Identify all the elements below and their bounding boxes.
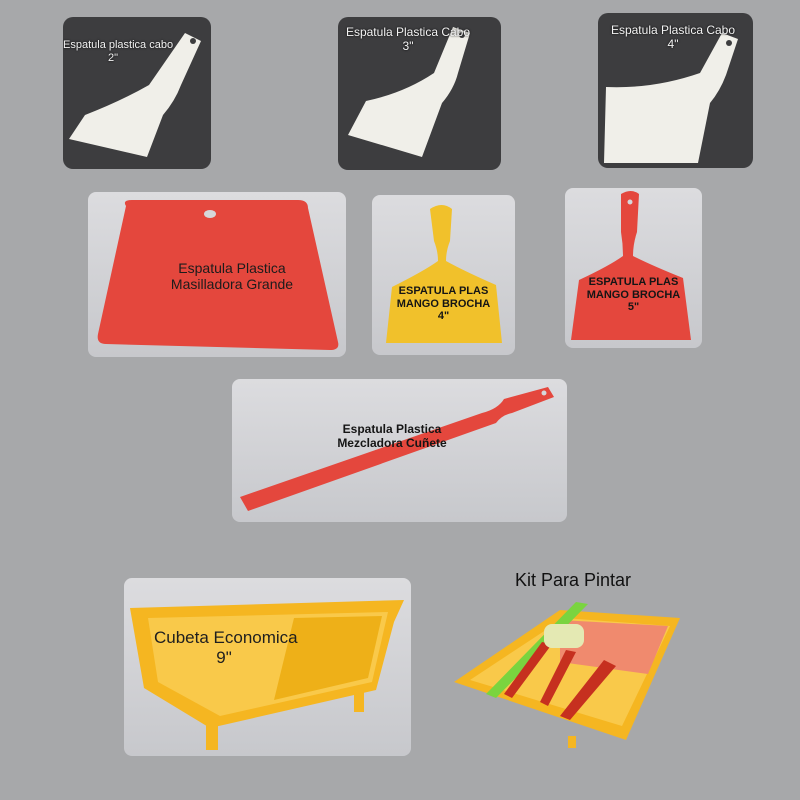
product-tile-mango-brocha-5in[interactable]: ESPATULA PLAS MANGO BROCHA 5" bbox=[565, 188, 702, 348]
product-tile-cubeta-economica[interactable]: Cubeta Economica 9" bbox=[124, 578, 411, 756]
product-subtitle: Mezcladora Cuñete bbox=[337, 435, 447, 450]
product-subtitle: MANGO BROCHA bbox=[586, 288, 681, 301]
product-tile-spatula-3in[interactable]: Espatula Plastica Cabo 3" bbox=[338, 17, 501, 170]
product-title: Cubeta Economica bbox=[154, 628, 298, 647]
product-tile-spatula-2in[interactable]: Espatula plastica cabo 2" bbox=[63, 17, 211, 169]
kit-image bbox=[454, 602, 680, 748]
product-size: 4" bbox=[667, 36, 679, 51]
product-kit-para-pintar[interactable]: Kit Para Pintar bbox=[448, 570, 698, 750]
product-tile-masilladora-grande[interactable]: Espatula Plastica Masilladora Grande bbox=[88, 192, 346, 357]
product-title: Kit Para Pintar bbox=[514, 570, 632, 590]
product-title: Espatula Plastica Cabo bbox=[345, 25, 471, 39]
product-tile-mango-brocha-4in[interactable]: ESPATULA PLAS MANGO BROCHA 4" bbox=[372, 195, 515, 355]
mango-brocha-5in-image bbox=[571, 191, 691, 340]
product-subtitle: Masilladora Grande bbox=[170, 276, 294, 293]
mango-brocha-4in-image bbox=[386, 205, 502, 343]
product-size: 2" bbox=[107, 51, 119, 64]
product-size: 9" bbox=[216, 647, 232, 667]
product-title: Espatula plastica cabo bbox=[63, 39, 174, 51]
product-title: Espatula Plastica bbox=[178, 260, 286, 276]
product-size: 5" bbox=[627, 301, 640, 314]
product-title: ESPATULA PLAS bbox=[588, 276, 679, 288]
product-tile-mezcladora-cunete[interactable]: Espatula Plastica Mezcladora Cuñete bbox=[232, 379, 567, 522]
product-size: 3" bbox=[402, 38, 414, 53]
product-tile-spatula-4in[interactable]: Espatula Plastica Cabo 4" bbox=[598, 13, 753, 168]
product-size: 4" bbox=[437, 310, 450, 323]
product-subtitle: MANGO BROCHA bbox=[396, 297, 491, 310]
product-title: Espatula Plastica bbox=[342, 422, 442, 436]
product-title: ESPATULA PLAS bbox=[398, 285, 489, 297]
product-title: Espatula Plastica Cabo bbox=[610, 23, 736, 37]
